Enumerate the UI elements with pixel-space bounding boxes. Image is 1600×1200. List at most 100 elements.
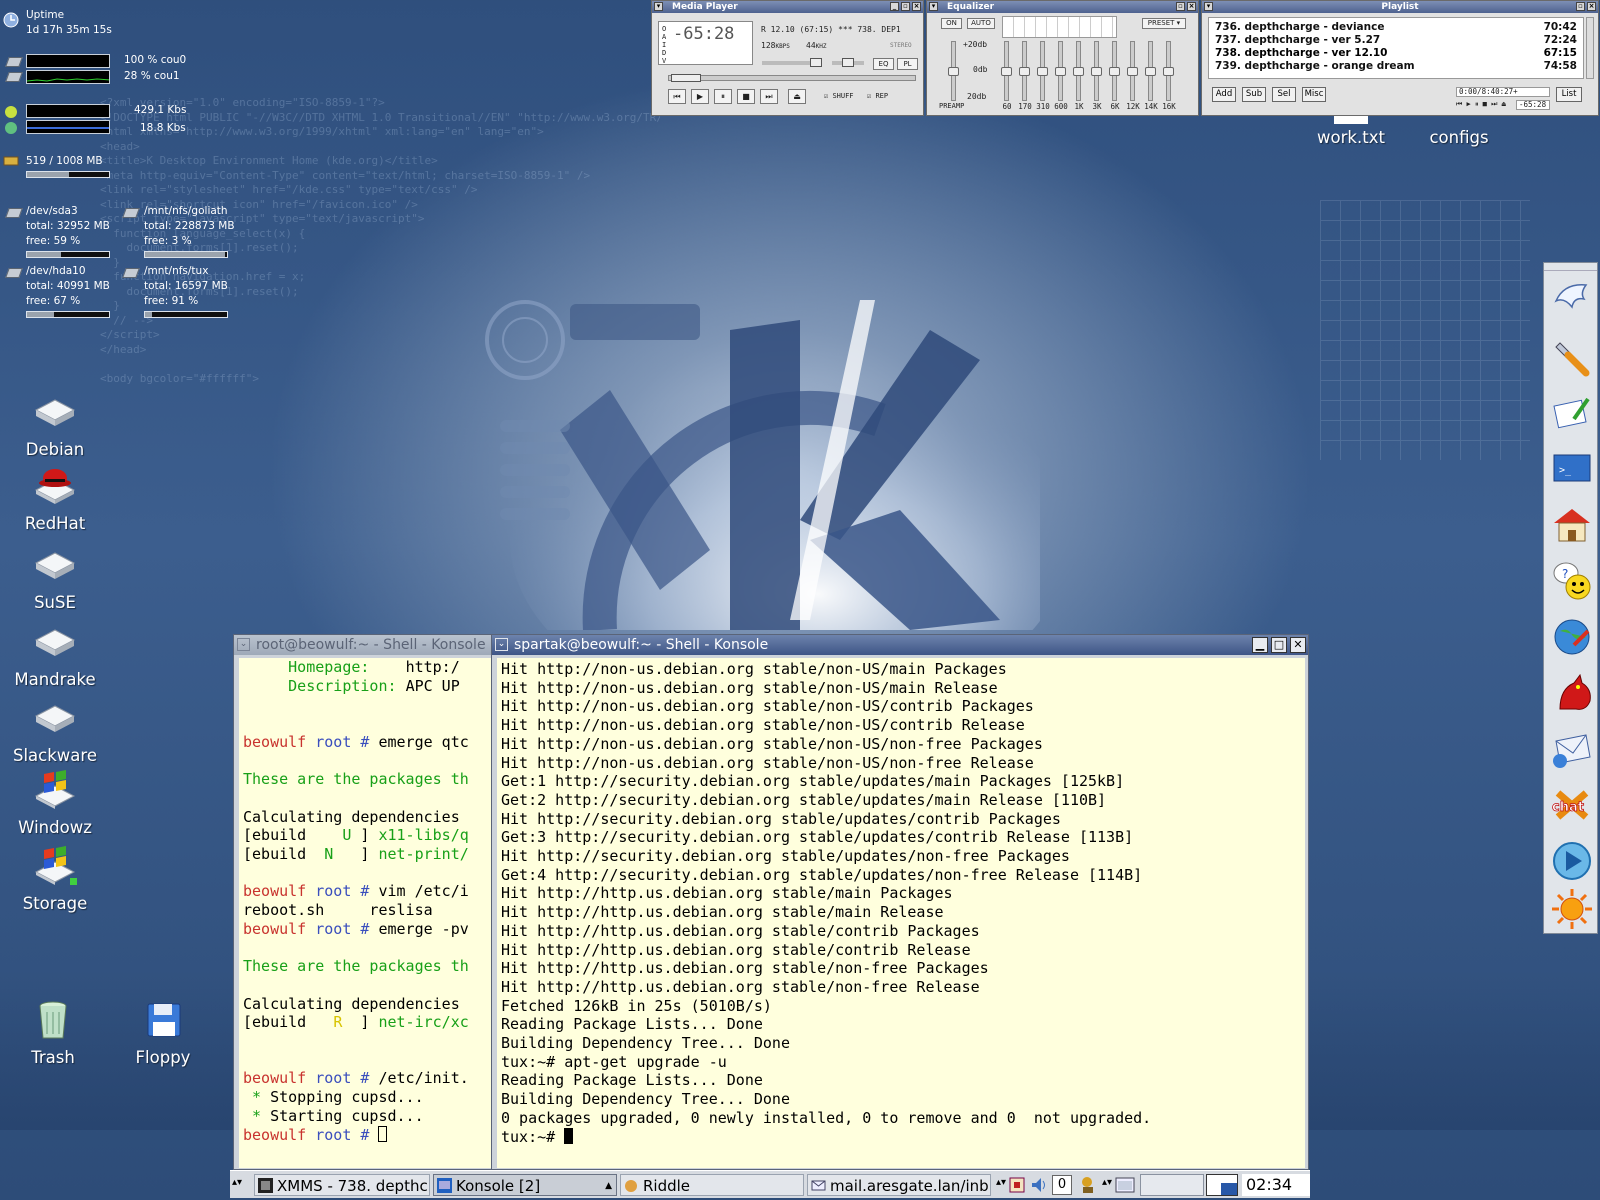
maximize-button[interactable]: □ (1271, 637, 1287, 653)
playlist-scrollbar[interactable] (1586, 17, 1594, 79)
terminal-output[interactable]: Hit http://non-us.debian.org stable/non-… (497, 658, 1305, 1168)
preamp-slider[interactable] (948, 41, 959, 101)
window-titlebar[interactable]: ⌄ root@beowulf:~ - Shell - Konsole (234, 635, 504, 655)
close-button[interactable]: × (1587, 2, 1596, 11)
mail-icon[interactable] (1550, 727, 1594, 771)
browser-globe-icon[interactable] (1550, 615, 1594, 659)
playlist-sub-button[interactable]: Sub (1242, 87, 1266, 102)
taskbar-item-mail[interactable]: mail.aresgate.lan/inb (807, 1174, 991, 1196)
settings-tools-icon[interactable] (1550, 335, 1594, 379)
clock[interactable]: 02:34 pm (1242, 1174, 1310, 1200)
desktop-icon-windowz[interactable]: Windowz (10, 770, 100, 837)
eq-band-slider[interactable] (1055, 41, 1066, 101)
konqueror-icon[interactable] (1550, 279, 1594, 323)
desktop-icon-storage[interactable]: Storage (10, 846, 100, 913)
shade-button[interactable]: ▫ (1576, 2, 1585, 11)
desktop-icon-redhat[interactable]: RedHat (10, 466, 100, 533)
equalizer-toggle-button[interactable]: EQ (873, 58, 894, 70)
playlist-add-button[interactable]: Add (1212, 87, 1236, 102)
minimize-button[interactable]: ▁ (1252, 637, 1268, 653)
playlist-titlebar[interactable]: Playlist ▾ ▫ × (1202, 1, 1598, 13)
eq-band-slider[interactable] (1073, 41, 1084, 101)
volume-slider[interactable] (762, 58, 822, 67)
taskbar-item-riddle[interactable]: Riddle (620, 1174, 804, 1196)
minimize-button[interactable]: _ (890, 2, 899, 11)
playlist-mini-controls[interactable]: ⏮ ▶ ⏸ ■ ⏭ ⏏ (1456, 100, 1506, 109)
desktop-icon-debian[interactable]: Debian (10, 392, 100, 459)
terminal-icon[interactable]: >_ (1550, 447, 1594, 491)
equalizer-titlebar[interactable]: Equalizer ▾ ▫ × (927, 1, 1198, 13)
desktop-icon-suse[interactable]: SuSE (10, 545, 100, 612)
menu-icon[interactable]: ▾ (1204, 2, 1213, 11)
playlist-row[interactable]: 737. depthcharge - ver 5.27 72:24 (1215, 34, 1577, 47)
window-titlebar[interactable]: ⌄ spartak@beowulf:~ - Shell - Konsole ▁ … (492, 635, 1308, 655)
volume-icon[interactable] (1030, 1176, 1048, 1194)
desktop-icon-worktxt[interactable]: work.txt (1306, 112, 1396, 147)
eq-band-slider[interactable] (1091, 41, 1102, 101)
eq-band-slider[interactable] (1127, 41, 1138, 101)
eq-band-slider[interactable] (1145, 41, 1156, 101)
network-status-icon[interactable] (1078, 1175, 1098, 1195)
xmms-main-window[interactable]: Media Player ▾ _ ▫ × O A I D V -65:28 R … (651, 0, 924, 116)
song-title-marquee[interactable]: R 12.10 (67:15) *** 738. DEP1 (761, 25, 919, 34)
media-play-icon[interactable] (1550, 839, 1594, 883)
repeat-toggle[interactable]: ☑ REP (867, 92, 888, 100)
taskbar-item-konsole[interactable]: Konsole [2] ▲ (433, 1174, 617, 1196)
shuffle-toggle[interactable]: ☑ SHUFF (824, 92, 854, 100)
eject-button[interactable]: ⏏ (788, 89, 806, 104)
panel-scroll-up[interactable] (1544, 263, 1597, 271)
konsole-window-root[interactable]: ⌄ root@beowulf:~ - Shell - Konsole Homep… (233, 634, 505, 1170)
playlist-list[interactable]: 736. depthcharge - deviance 70:42 737. de… (1208, 17, 1584, 79)
window-menu-icon[interactable]: ⌄ (237, 638, 250, 651)
desktop-icon-configs[interactable]: configs (1414, 128, 1504, 147)
konsole-window-spartak[interactable]: ⌄ spartak@beowulf:~ - Shell - Konsole ▁ … (491, 634, 1309, 1170)
next-button[interactable]: ⏭ (760, 89, 778, 104)
eq-on-button[interactable]: ON (941, 18, 962, 29)
shade-button[interactable]: ▫ (1176, 2, 1185, 11)
desktop-icon-mandrake[interactable]: Mandrake (10, 622, 100, 689)
taskbar-item-xmms[interactable]: XMMS - 738. depthch (254, 1174, 430, 1196)
home-icon[interactable] (1550, 503, 1594, 547)
stop-button[interactable]: ■ (737, 89, 755, 104)
playlist-toggle-button[interactable]: PL (897, 58, 918, 70)
pager-desktop-1[interactable] (1140, 1174, 1204, 1196)
desktop-icon-trash[interactable]: Trash (8, 1000, 98, 1067)
taskbar-scroll-arrows[interactable]: ▴▾ (232, 1177, 242, 1188)
klipper-icon[interactable] (1008, 1176, 1026, 1194)
playlist-row[interactable]: 736. depthcharge - deviance 70:42 (1215, 21, 1577, 34)
eq-band-slider[interactable] (1109, 41, 1120, 101)
taskbar-scroll-arrows[interactable]: ▴▾ (996, 1177, 1006, 1188)
previous-button[interactable]: ⏮ (668, 89, 686, 104)
eq-band-slider[interactable] (1163, 41, 1174, 101)
eq-preset-button[interactable]: PRESET ▾ (1142, 18, 1186, 29)
close-button[interactable]: ✕ (1290, 637, 1306, 653)
window-menu-icon[interactable]: ⌄ (495, 638, 508, 651)
xmms-equalizer-window[interactable]: Equalizer ▾ ▫ × ON AUTO PRESET ▾ +20db 0… (926, 0, 1199, 116)
xmms-playlist-window[interactable]: Playlist ▾ ▫ × 736. depthcharge - devian… (1201, 0, 1599, 116)
pager-desktop-2[interactable] (1206, 1174, 1238, 1196)
chat-icon[interactable]: chat (1550, 783, 1594, 827)
pause-button[interactable]: ⏸ (714, 89, 732, 104)
balance-slider[interactable] (832, 58, 864, 67)
menu-icon[interactable]: ▾ (929, 2, 938, 11)
close-button[interactable]: × (1187, 2, 1196, 11)
help-smiley-icon[interactable]: ? (1550, 559, 1594, 603)
sun-weather-icon[interactable] (1550, 887, 1594, 931)
playlist-list-button[interactable]: List (1556, 87, 1582, 102)
desktop-icon-floppy[interactable]: Floppy (118, 1000, 208, 1067)
xmms-main-titlebar[interactable]: Media Player ▾ _ ▫ × (652, 1, 923, 13)
eq-auto-button[interactable]: AUTO (967, 18, 995, 29)
editor-icon[interactable] (1550, 391, 1594, 435)
terminal-output[interactable]: Homepage: http:/ Description: APC UP beo… (239, 658, 503, 1168)
show-desktop-icon[interactable] (1114, 1175, 1136, 1195)
taskbar-scroll-arrows[interactable]: ▴▾ (1102, 1177, 1112, 1188)
red-dragon-icon[interactable] (1550, 671, 1594, 715)
playlist-sel-button[interactable]: Sel (1272, 87, 1296, 102)
desktop-icon-slackware[interactable]: Slackware (10, 698, 100, 765)
play-button[interactable]: ▶ (691, 89, 709, 104)
playlist-row-current[interactable]: 738. depthcharge - ver 12.10 67:15 (1215, 47, 1577, 60)
eq-band-slider[interactable] (1019, 41, 1030, 101)
playlist-row[interactable]: 739. depthcharge - orange dream 74:58 (1215, 60, 1577, 73)
playlist-misc-button[interactable]: Misc (1302, 87, 1326, 102)
menu-icon[interactable]: ▾ (654, 2, 663, 11)
